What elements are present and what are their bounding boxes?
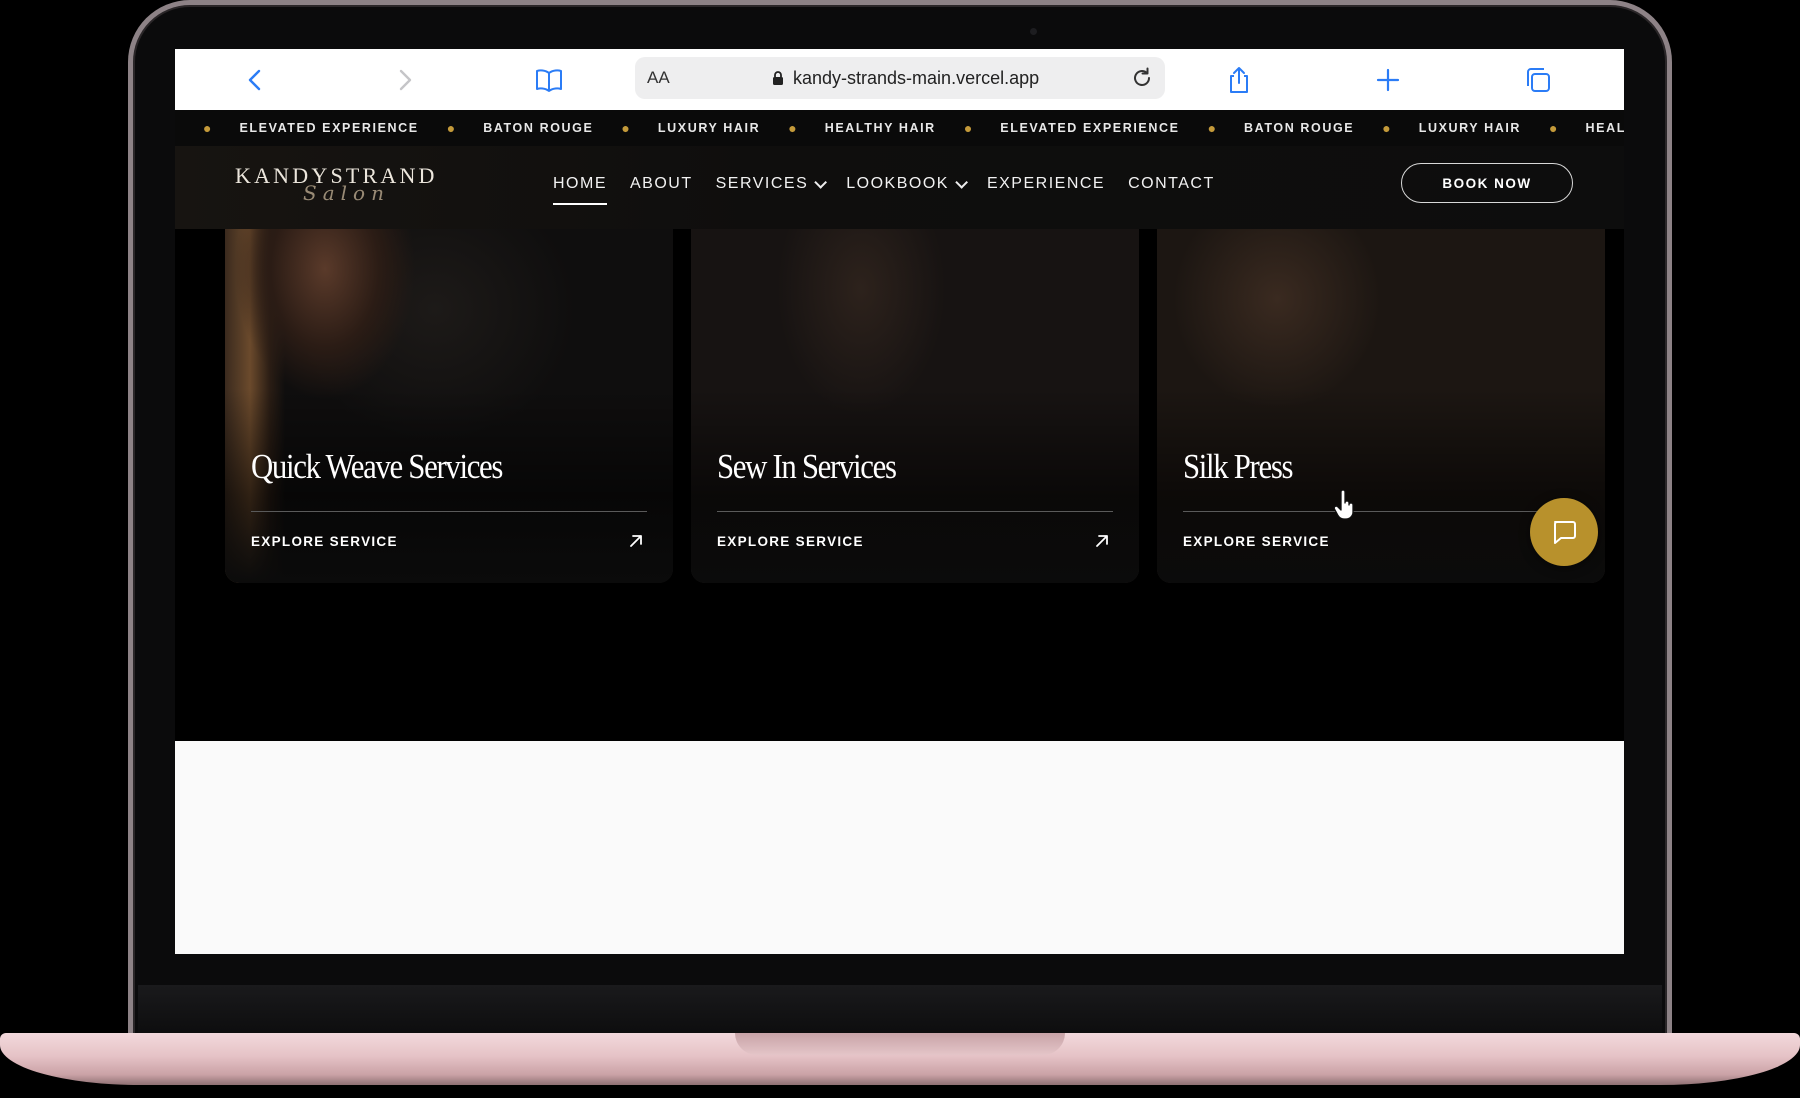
marquee-dot: ● <box>1382 120 1391 136</box>
nav-home[interactable]: HOME <box>553 175 607 205</box>
back-icon[interactable] <box>237 61 275 99</box>
arrow-up-right-icon[interactable] <box>1093 532 1111 550</box>
site-logo[interactable]: KANDYSTRAND Salon <box>235 163 445 213</box>
new-tab-icon[interactable] <box>1369 61 1407 99</box>
card-gradient <box>225 229 673 583</box>
divider <box>717 511 1113 512</box>
marquee-dot: ● <box>1207 120 1217 136</box>
marquee-text: LUXURY HAIR <box>1418 121 1522 135</box>
service-title: Quick Weave Services <box>251 447 503 486</box>
laptop-notch <box>735 1033 1065 1055</box>
chat-button[interactable] <box>1530 498 1598 566</box>
laptop-chin <box>138 985 1662 1035</box>
reader-options[interactable]: AA <box>647 68 670 88</box>
next-section <box>175 741 1624 954</box>
marquee-item: ● HEALTHY HAIR <box>760 120 936 136</box>
marquee-dot: ● <box>446 120 456 136</box>
tabs-overview-icon[interactable] <box>1519 61 1557 99</box>
camera <box>1030 28 1037 35</box>
url-text: kandy-strands-main.vercel.app <box>793 68 1040 88</box>
hand-cursor-icon <box>1333 490 1354 520</box>
chevron-down-icon <box>814 175 828 189</box>
marquee-text: HEALTHY HAIR <box>824 121 936 135</box>
marquee-dot: ● <box>788 120 797 136</box>
browser-toolbar: AA kandy-strands-main.vercel.app <box>175 49 1624 110</box>
book-now-button[interactable]: BOOK NOW <box>1401 163 1573 203</box>
share-icon[interactable] <box>1220 61 1258 99</box>
marquee-dot: ● <box>1549 120 1558 136</box>
service-card-quick-weave[interactable]: Quick Weave Services EXPLORE SERVICE <box>225 229 673 583</box>
marquee-item: ● LUXURY HAIR <box>1354 120 1521 136</box>
marquee-item: ● ELEVATED EXPERIENCE <box>936 120 1180 136</box>
forward-icon[interactable] <box>385 61 423 99</box>
nav-services[interactable]: SERVICES <box>715 175 828 193</box>
explore-service-link[interactable]: EXPLORE SERVICE <box>1183 534 1330 549</box>
service-card-sew-in[interactable]: Sew In Services EXPLORE SERVICE <box>691 229 1139 583</box>
marquee-text: BATON ROUGE <box>1244 121 1355 135</box>
marquee-item: ● HEALTHY HAI <box>1521 120 1624 136</box>
marquee-text: HEALTHY HAI <box>1585 121 1624 135</box>
marquee-item: ● BATON ROUGE <box>1180 120 1355 136</box>
arrow-up-right-icon[interactable] <box>627 532 645 550</box>
nav-about[interactable]: ABOUT <box>630 175 693 193</box>
screen: AA kandy-strands-main.vercel.app ● ELEVAT… <box>175 49 1624 954</box>
nav-contact[interactable]: CONTACT <box>1128 175 1215 193</box>
address-bar[interactable]: AA kandy-strands-main.vercel.app <box>635 57 1165 99</box>
main-nav: HOME ABOUT SERVICES LOOKBOOK EXPERIENCE … <box>553 175 1238 205</box>
marquee-dot: ● <box>621 120 630 136</box>
marquee-item: ● LUXURY HAIR <box>593 120 760 136</box>
nav-services-label: SERVICES <box>715 175 809 192</box>
nav-lookbook-label: LOOKBOOK <box>846 175 949 192</box>
site-header: KANDYSTRAND Salon HOME ABOUT SERVICES LO… <box>175 146 1624 229</box>
explore-service-link[interactable]: EXPLORE SERVICE <box>251 534 398 549</box>
marquee-item: ● BATON ROUGE <box>419 120 594 136</box>
marquee-text: LUXURY HAIR <box>657 121 761 135</box>
bookmarks-icon[interactable] <box>530 61 568 99</box>
marquee-text: ELEVATED EXPERIENCE <box>1000 121 1180 135</box>
nav-lookbook[interactable]: LOOKBOOK <box>846 175 968 193</box>
divider <box>1183 511 1579 512</box>
divider <box>251 511 647 512</box>
chevron-down-icon <box>955 175 968 189</box>
service-title: Silk Press <box>1183 447 1293 486</box>
lock-icon <box>771 70 785 91</box>
explore-service-link[interactable]: EXPLORE SERVICE <box>717 534 864 549</box>
nav-experience[interactable]: EXPERIENCE <box>987 175 1105 193</box>
marquee-banner: ● ELEVATED EXPERIENCE ● BATON ROUGE ● LUXUR… <box>175 110 1624 147</box>
marquee-item: ● ELEVATED EXPERIENCE <box>175 120 419 136</box>
marquee-dot: ● <box>963 120 973 136</box>
marquee-text: BATON ROUGE <box>483 121 594 135</box>
logo-script: Salon <box>303 181 390 205</box>
service-title: Sew In Services <box>717 447 897 486</box>
chat-bubble-icon <box>1554 521 1576 544</box>
reload-icon[interactable] <box>1130 66 1154 95</box>
card-gradient <box>691 229 1139 583</box>
marquee-text: ELEVATED EXPERIENCE <box>239 121 419 135</box>
marquee-dot: ● <box>203 120 212 136</box>
